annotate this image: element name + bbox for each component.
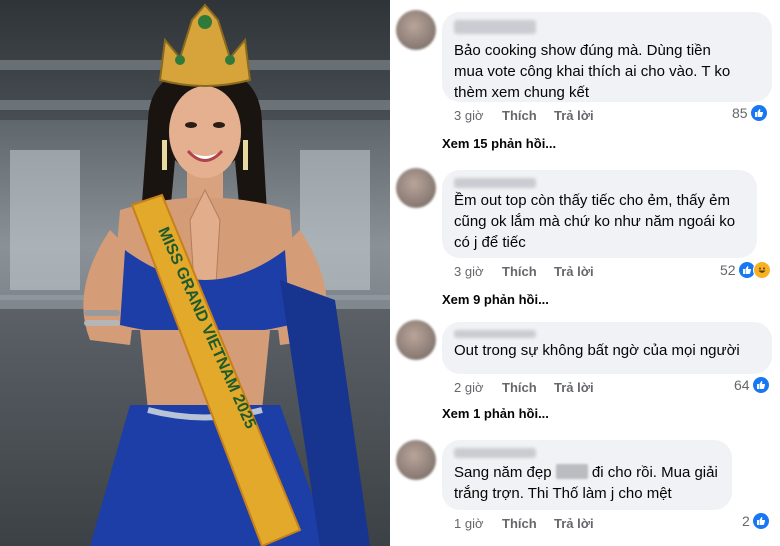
- comment-text: Out trong sự không bất ngờ của mọi người: [454, 342, 740, 359]
- contestant-photo: MISS GRAND VIETNAM 2025: [0, 0, 390, 546]
- view-replies-link[interactable]: Xem 9 phản hồi...: [442, 292, 549, 307]
- comment-actions: 3 giờ Thích Trả lời: [454, 264, 594, 279]
- comment-actions: 1 giờ Thích Trả lời: [454, 516, 594, 531]
- like-button[interactable]: Thích: [502, 264, 554, 279]
- commenter-avatar[interactable]: [396, 320, 436, 360]
- like-icon: [750, 105, 767, 121]
- comment-text: Ềm out top còn thấy tiếc cho ẻm, thấy ẻm…: [454, 192, 736, 251]
- reply-button[interactable]: Trả lời: [554, 380, 594, 395]
- comment-actions: 3 giờ Thích Trả lời: [454, 108, 594, 123]
- reaction-count: 85: [732, 105, 748, 121]
- reaction-count: 64: [734, 377, 750, 393]
- comment-text: Sang năm đẹp đi cho rồi. Mua giải trắng t…: [454, 464, 718, 502]
- reaction-summary[interactable]: 2: [742, 513, 769, 529]
- comment-time[interactable]: 3 giờ: [454, 264, 502, 279]
- reply-button[interactable]: Trả lời: [554, 264, 594, 279]
- reply-button[interactable]: Trả lời: [554, 516, 594, 531]
- comment-bubble: Sang năm đẹp đi cho rồi. Mua giải trắng t…: [442, 440, 732, 510]
- commenter-name-redacted[interactable]: [454, 448, 536, 458]
- commenter-name-redacted[interactable]: [454, 178, 536, 188]
- commenter-name-redacted[interactable]: [454, 330, 536, 338]
- comment-time[interactable]: 3 giờ: [454, 108, 502, 123]
- like-button[interactable]: Thích: [502, 516, 554, 531]
- reaction-summary[interactable]: 52: [720, 261, 771, 279]
- comment-time[interactable]: 2 giờ: [454, 380, 502, 395]
- view-replies-link[interactable]: Xem 15 phản hồi...: [442, 136, 556, 151]
- commenter-avatar[interactable]: [396, 168, 436, 208]
- like-button[interactable]: Thích: [502, 380, 554, 395]
- haha-icon: [752, 261, 771, 279]
- comment-text: Bảo cooking show đúng mà. Dùng tiền mua …: [454, 42, 731, 101]
- reaction-count: 52: [720, 262, 736, 278]
- reaction-count: 2: [742, 513, 750, 529]
- reply-button[interactable]: Trả lời: [554, 108, 594, 123]
- like-icon: [752, 377, 769, 393]
- reaction-summary[interactable]: 85: [732, 105, 767, 121]
- woman-photo: MISS GRAND VIETNAM 2025: [83, 3, 370, 546]
- comment-actions: 2 giờ Thích Trả lời: [454, 380, 594, 395]
- like-icon: [752, 513, 769, 529]
- reaction-summary[interactable]: 64: [734, 377, 769, 393]
- commenter-avatar[interactable]: [396, 440, 436, 480]
- commenter-name-redacted[interactable]: [454, 20, 536, 34]
- commenter-avatar[interactable]: [396, 10, 436, 50]
- comments-panel: Bảo cooking show đúng mà. Dùng tiền mua …: [390, 0, 780, 546]
- view-replies-link[interactable]: Xem 1 phản hồi...: [442, 406, 549, 421]
- like-button[interactable]: Thích: [502, 108, 554, 123]
- censored-word: [555, 464, 588, 479]
- comment-bubble: Ềm out top còn thấy tiếc cho ẻm, thấy ẻm…: [442, 170, 757, 258]
- comment-time[interactable]: 1 giờ: [454, 516, 502, 531]
- comment-bubble: Out trong sự không bất ngờ của mọi người: [442, 322, 772, 374]
- comment-bubble: Bảo cooking show đúng mà. Dùng tiền mua …: [442, 12, 772, 102]
